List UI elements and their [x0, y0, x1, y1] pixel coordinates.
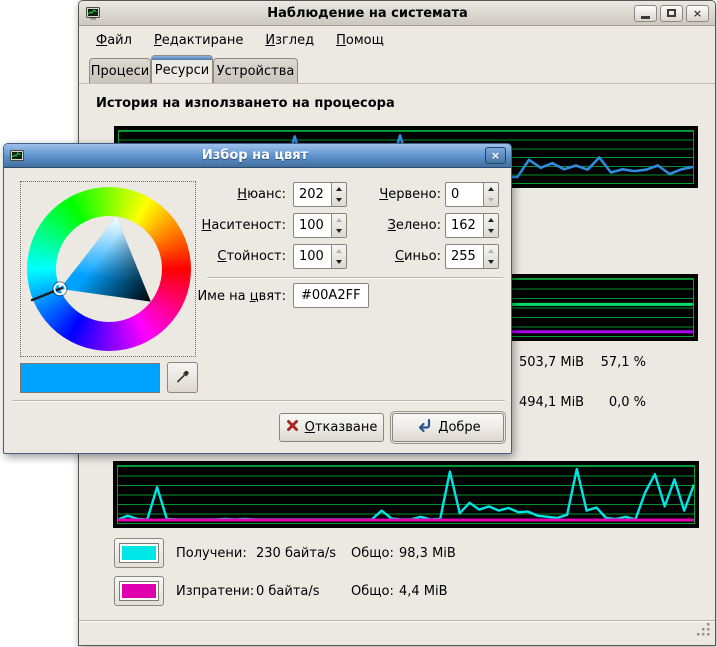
swap-percent-value: 0,0 %: [584, 395, 646, 410]
resize-grip[interactable]: [697, 623, 710, 640]
color-name-label: Име на цвят:: [154, 289, 286, 304]
ok-button[interactable]: Добре: [392, 413, 504, 442]
tab-resources[interactable]: Ресурси: [151, 55, 213, 84]
menubar: Файл Редактиране Изглед Помощ: [79, 27, 715, 54]
value-label: Стойност:: [114, 249, 286, 264]
ok-label: Добре: [438, 420, 480, 435]
menu-view[interactable]: Изглед: [265, 33, 314, 48]
system-monitor-icon: [85, 5, 101, 21]
memory-percent-value: 57,1 %: [584, 355, 646, 370]
blue-spin-up[interactable]: [484, 245, 498, 257]
hue-label: Нюанс:: [114, 187, 286, 202]
window-controls: ×: [634, 5, 709, 22]
minimize-button[interactable]: [634, 5, 657, 22]
eyedropper-button[interactable]: [167, 362, 198, 393]
blue-spinbox[interactable]: 255: [445, 244, 499, 269]
saturation-label: Наситеност:: [114, 218, 286, 233]
tab-processes[interactable]: Процеси: [89, 58, 151, 84]
sent-total-label: Общо:: [351, 584, 394, 599]
green-spin-down[interactable]: [484, 226, 498, 238]
blue-label: Синьо:: [306, 249, 441, 264]
eyedropper-icon: [175, 368, 191, 388]
menu-help[interactable]: Помощ: [336, 33, 384, 48]
received-total: 98,3 MiB: [399, 546, 456, 561]
cancel-button[interactable]: Отказване: [279, 413, 384, 442]
screen: Наблюдение на системата × Файл Редактира…: [0, 0, 717, 647]
dialog-close-button[interactable]: ×: [485, 147, 506, 164]
received-total-label: Общо:: [351, 546, 394, 561]
green-label: Зелено:: [306, 218, 441, 233]
sent-label: Изпратени:: [176, 584, 254, 599]
dialog-title: Избор на цвят: [29, 148, 481, 163]
network-history-chart: [113, 461, 699, 528]
received-label: Получени:: [176, 546, 247, 561]
red-spinbox[interactable]: 0: [445, 182, 499, 207]
cancel-label: Отказване: [305, 420, 378, 435]
menu-file[interactable]: Файл: [96, 33, 132, 48]
red-label: Червено:: [306, 187, 441, 202]
sent-total: 4,4 MiB: [399, 584, 448, 599]
statusbar: [79, 620, 715, 645]
window-titlebar[interactable]: Наблюдение на системата ×: [79, 1, 715, 26]
window-title: Наблюдение на системата: [105, 6, 630, 21]
received-rate: 230 байта/s: [256, 546, 336, 561]
buttons-separator: [12, 400, 505, 401]
green-spin-up[interactable]: [484, 214, 498, 226]
current-color-preview: [20, 363, 160, 393]
red-spin-down[interactable]: [484, 195, 498, 207]
sent-rate: 0 байта/s: [256, 584, 320, 599]
saturation-value-triangle[interactable]: [27, 187, 191, 351]
tab-devices[interactable]: Устройства: [213, 58, 298, 84]
fields-separator: [207, 277, 503, 278]
sent-color-button[interactable]: [114, 576, 164, 606]
swap-size-value: 494,1 MiB: [519, 395, 584, 410]
blue-spin-down[interactable]: [484, 257, 498, 269]
cancel-icon: [286, 419, 299, 436]
received-color-swatch: [119, 543, 159, 563]
color-name-input[interactable]: #00A2FF: [293, 283, 369, 308]
dialog-titlebar[interactable]: Избор на цвят ×: [4, 144, 511, 168]
received-color-button[interactable]: [114, 538, 164, 568]
memory-size-value: 503,7 MiB: [519, 355, 584, 370]
tab-content-divider: [79, 83, 715, 84]
sent-color-swatch: [119, 581, 159, 601]
close-button[interactable]: ×: [686, 5, 709, 22]
maximize-button[interactable]: [660, 5, 683, 22]
red-spin-up[interactable]: [484, 183, 498, 195]
cpu-section-title: История на използването на процесора: [96, 96, 395, 111]
dialog-icon: [9, 148, 25, 164]
ok-icon: [415, 418, 432, 437]
green-spinbox[interactable]: 162: [445, 213, 499, 238]
color-picker-dialog: Избор на цвят × Нюанс: 202: [3, 143, 512, 454]
menu-edit[interactable]: Редактиране: [154, 33, 243, 48]
